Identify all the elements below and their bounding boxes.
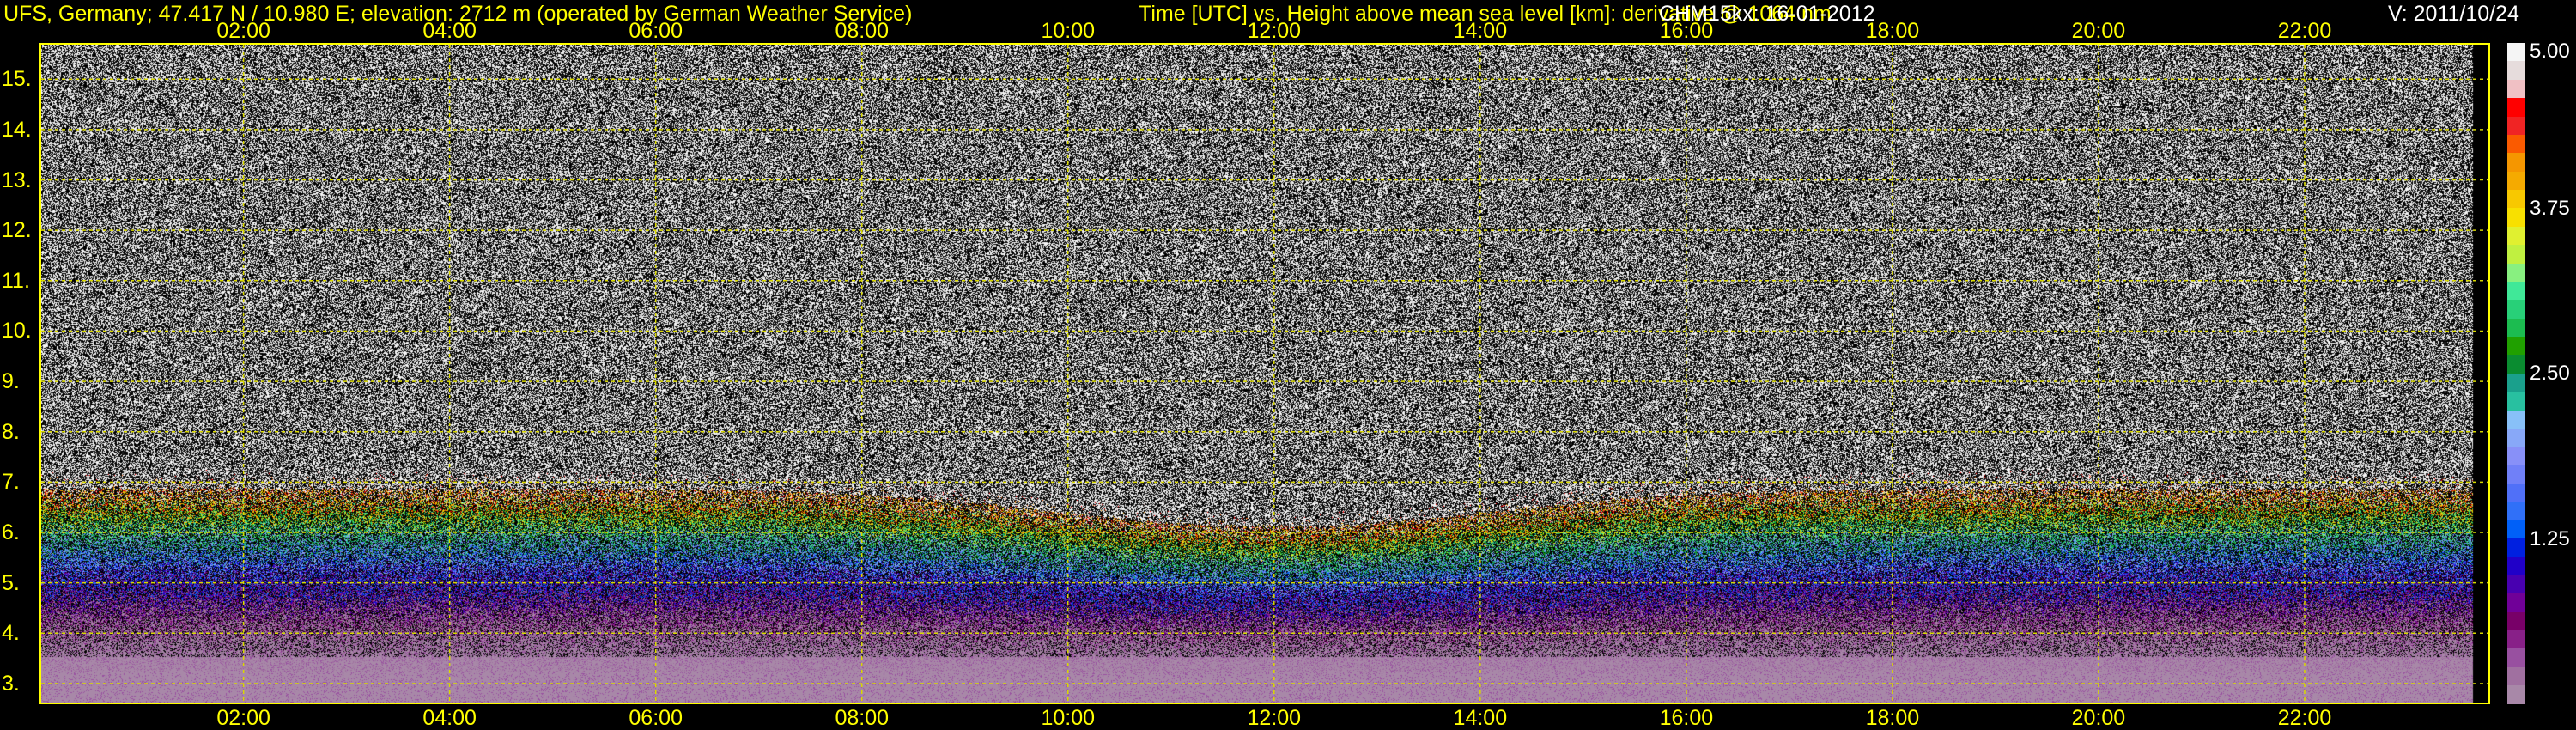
y-tick-label: 14. [2, 118, 32, 142]
colorbar-segment [2507, 520, 2525, 538]
colorbar-segment [2507, 98, 2525, 116]
x-tick-label: 14:00 [1454, 19, 1508, 43]
y-tick-label: 3. [2, 672, 20, 696]
colorbar-segment [2507, 264, 2525, 282]
colorbar-segment [2507, 245, 2525, 263]
colorbar-segment [2507, 447, 2525, 465]
colorbar-segment [2507, 227, 2525, 245]
y-tick-label: 10. [2, 319, 32, 343]
x-tick-label: 02:00 [216, 706, 270, 730]
x-tick-label: 10:00 [1041, 706, 1095, 730]
colorbar-segment [2507, 502, 2525, 520]
colorbar-segment [2507, 153, 2525, 171]
colorbar-segment [2507, 43, 2525, 61]
colorbar-segment [2507, 685, 2525, 703]
y-tick-label: 8. [2, 420, 20, 444]
colorbar-segment [2507, 300, 2525, 318]
colorbar-segment [2507, 630, 2525, 648]
y-tick-label: 5. [2, 571, 20, 595]
x-tick-label: 06:00 [629, 706, 683, 730]
x-tick-label: 12:00 [1248, 706, 1302, 730]
x-tick-label: 16:00 [1660, 706, 1714, 730]
colorbar-segment [2507, 355, 2525, 373]
colorbar-label: 2.50 [2530, 362, 2570, 386]
colorbar-segment [2507, 61, 2525, 79]
colorbar-label: 3.75 [2530, 197, 2570, 221]
y-tick-label: 11. [2, 269, 30, 293]
x-tick-label: 18:00 [1866, 706, 1920, 730]
colorbar-segment [2507, 411, 2525, 429]
y-tick-label: 4. [2, 621, 20, 645]
colorbar-segment [2507, 135, 2525, 153]
y-tick-label: 7. [2, 470, 20, 494]
x-tick-label: 20:00 [2072, 19, 2126, 43]
y-tick-label: 12. [2, 218, 32, 242]
colorbar-segment [2507, 557, 2525, 575]
colorbar-segment [2507, 575, 2525, 593]
x-tick-label: 20:00 [2072, 706, 2126, 730]
colorbar-segment [2507, 429, 2525, 447]
colorbar [2507, 43, 2525, 704]
x-tick-label: 08:00 [835, 19, 889, 43]
colorbar-segment [2507, 593, 2525, 611]
y-tick-label: 6. [2, 520, 20, 544]
x-tick-label: 18:00 [1866, 19, 1920, 43]
colorbar-segment [2507, 337, 2525, 355]
x-tick-label: 04:00 [422, 706, 477, 730]
x-tick-label: 22:00 [2278, 706, 2332, 730]
x-tick-label: 06:00 [629, 19, 683, 43]
colorbar-segment [2507, 319, 2525, 337]
x-tick-label: 10:00 [1041, 19, 1095, 43]
x-tick-label: 12:00 [1248, 19, 1302, 43]
colorbar-segment [2507, 282, 2525, 300]
version-label: V: 2011/10/24 [2388, 1, 2519, 27]
colorbar-segment [2507, 538, 2525, 557]
y-tick-label: 9. [2, 369, 20, 393]
ceilometer-plot: UFS, Germany; 47.417 N / 10.980 E; eleva… [0, 0, 2576, 730]
x-tick-label: 04:00 [422, 19, 477, 43]
colorbar-segment [2507, 612, 2525, 630]
x-tick-label: 14:00 [1454, 706, 1508, 730]
plot-area [39, 43, 2490, 704]
colorbar-segment [2507, 484, 2525, 502]
x-tick-label: 02:00 [216, 19, 270, 43]
y-tick-label: 13. [2, 168, 32, 192]
x-tick-label: 22:00 [2278, 19, 2332, 43]
x-tick-label: 16:00 [1660, 19, 1714, 43]
colorbar-segment [2507, 667, 2525, 685]
colorbar-segment [2507, 648, 2525, 666]
colorbar-segment [2507, 117, 2525, 135]
colorbar-segment [2507, 374, 2525, 392]
colorbar-label: 5.00 [2530, 40, 2570, 64]
y-tick-label: 15. [2, 67, 32, 91]
colorbar-segment [2507, 465, 2525, 484]
colorbar-segment [2507, 80, 2525, 98]
colorbar-segment [2507, 172, 2525, 190]
x-tick-label: 08:00 [835, 706, 889, 730]
colorbar-segment [2507, 208, 2525, 226]
gridlines [41, 45, 2488, 703]
colorbar-label: 1.25 [2530, 527, 2570, 551]
colorbar-segment [2507, 392, 2525, 410]
colorbar-segment [2507, 190, 2525, 208]
